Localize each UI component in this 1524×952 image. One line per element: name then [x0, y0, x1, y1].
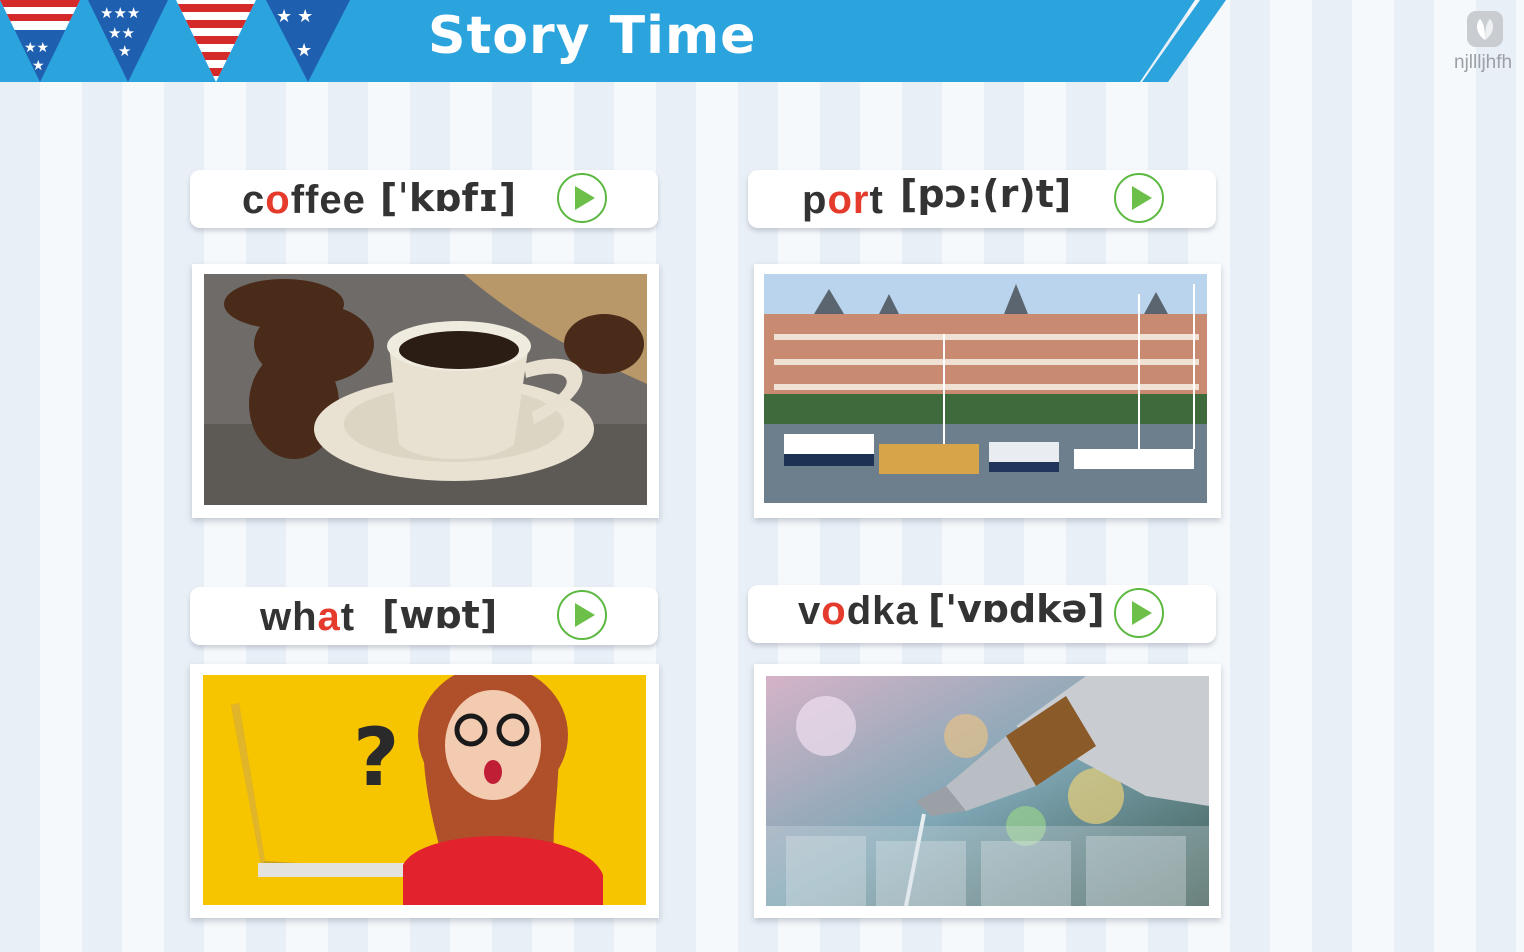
woman-laptop-photo: ? [190, 664, 659, 918]
phonetic-label: [wɒt] [382, 593, 498, 637]
svg-text:★: ★ [32, 57, 45, 73]
phonetic-label: [ˈkɒfɪ] [380, 176, 517, 220]
coffee-cup-photo [192, 264, 659, 518]
harbor-photo [754, 264, 1221, 518]
svg-text:?: ? [353, 711, 399, 804]
word-label: coffee [242, 178, 366, 222]
play-audio-button[interactable] [1114, 173, 1164, 223]
header-banner: ★★ ★ ★★★ ★★ ★ ★ ★ ★ Story Time [0, 0, 1230, 82]
word-label: vodka [798, 589, 919, 633]
word-label: port [802, 178, 884, 222]
svg-text:★★: ★★ [108, 25, 135, 42]
svg-text:★: ★ [118, 43, 131, 60]
svg-text:★ ★: ★ ★ [276, 6, 313, 26]
play-audio-button[interactable] [557, 173, 607, 223]
word-bar-coffee: coffee [ˈkɒfɪ] [190, 170, 658, 228]
play-audio-button[interactable] [1114, 588, 1164, 638]
phonetic-label: [pɔ:(r)t] [900, 172, 1072, 216]
word-bar-port: port [pɔ:(r)t] [748, 170, 1216, 228]
word-label: what [260, 595, 356, 639]
flag-pennant-icon: ★ ★ ★ [266, 0, 350, 82]
word-bar-vodka: vodka ['vɒdkə] [748, 585, 1216, 643]
watermark-text: njllljhfh [1454, 52, 1513, 73]
word-bar-what: what [wɒt] [190, 587, 658, 645]
flag-pennant-icon: ★★ ★ [0, 0, 80, 82]
flag-pennant-icon [176, 0, 256, 82]
svg-text:★★★: ★★★ [100, 5, 140, 22]
phonetic-label: ['vɒdkə] [928, 587, 1105, 631]
leaf-logo-icon [1467, 11, 1503, 47]
svg-text:★: ★ [296, 40, 312, 60]
vodka-pour-photo [754, 664, 1221, 918]
page-title: Story Time [428, 6, 757, 66]
play-audio-button[interactable] [557, 590, 607, 640]
flag-pennant-icon: ★★★ ★★ ★ [88, 0, 168, 82]
svg-text:★★: ★★ [24, 39, 49, 55]
